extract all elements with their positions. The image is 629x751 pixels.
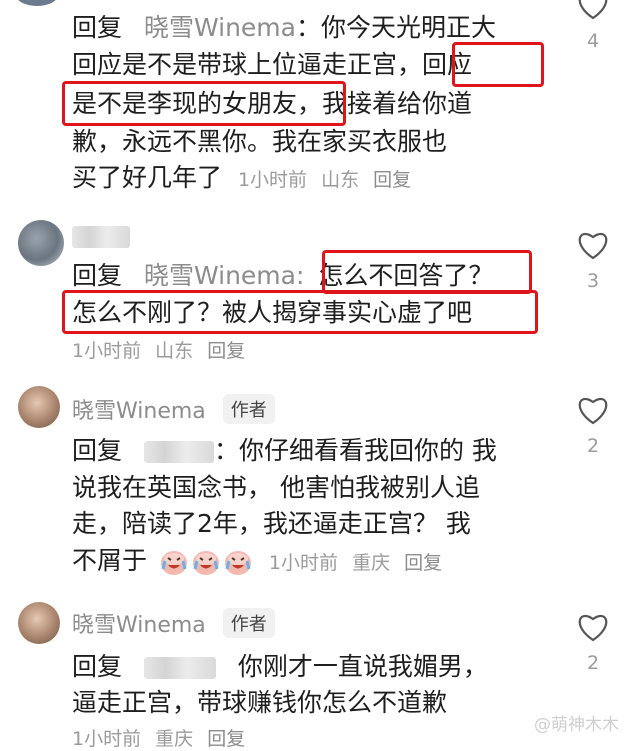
comment-meta: 1小时前 重庆 回复 [269, 552, 450, 574]
avatar[interactable] [18, 220, 64, 266]
crying-laughing-emoji-icon [224, 551, 251, 575]
reply-button[interactable]: 回复 [404, 552, 442, 574]
highlight-box [322, 250, 532, 294]
like-control[interactable]: 2 [573, 395, 613, 457]
reply-button[interactable]: 回复 [207, 728, 245, 750]
heart-outline-icon[interactable] [576, 614, 610, 646]
like-control[interactable]: 3 [573, 230, 613, 292]
avatar[interactable] [16, 0, 58, 6]
highlight-box [62, 81, 346, 126]
emoji-group [159, 546, 263, 575]
comment-time: 1小时前 [237, 169, 308, 191]
text-line: 你刚才一直说我媚男， [237, 652, 488, 681]
comment-time: 1小时前 [72, 340, 142, 362]
comment-location: 山东 [321, 169, 360, 191]
text-line: ：你仔细看看我回你的 我 [213, 436, 497, 465]
comment-location: 重庆 [155, 728, 194, 750]
username[interactable]: 晓雪Winema [72, 399, 206, 424]
text-line: 歉，永远不黑你。我在家买衣服也 [72, 127, 448, 156]
like-count: 3 [586, 270, 600, 292]
reply-target-name[interactable]: 晓雪Winema: [144, 261, 304, 290]
author-username-row: 晓雪Winema 作者 [72, 607, 275, 639]
avatar[interactable] [18, 386, 60, 428]
comment-text: 回复 你刚才一直说我媚男， [72, 649, 488, 684]
author-username-row: 晓雪Winema 作者 [72, 393, 275, 425]
crying-laughing-emoji-icon [192, 551, 219, 575]
avatar[interactable] [18, 602, 60, 644]
comment-time: 1小时前 [72, 728, 142, 750]
comment-meta: 1小时前 山东 回复 [72, 336, 253, 363]
like-count: 2 [586, 652, 600, 674]
comment-text: 回复 ：你仔细看看我回你的 我 [72, 433, 497, 468]
like-control[interactable]: 2 [573, 612, 613, 674]
username[interactable]: 晓雪Winema [72, 613, 206, 638]
text-line: ：你今天光明正大 [295, 13, 496, 42]
reply-target-name[interactable]: 晓雪Winema [144, 13, 296, 42]
last-text-line: 不屑于 1小时前 重庆 回复 [72, 543, 450, 581]
text-line: 不屑于 [72, 546, 148, 575]
reply-prefix: 回复 [72, 436, 123, 465]
highlight-box [452, 42, 544, 87]
reply-prefix: 回复 [72, 652, 123, 681]
reply-button[interactable]: 回复 [373, 169, 411, 191]
comment-location: 山东 [155, 340, 194, 362]
comment-time: 1小时前 [268, 552, 339, 574]
like-count: 2 [586, 435, 600, 457]
heart-outline-icon[interactable] [576, 397, 610, 429]
text-line: 回应是不是带球上位逼走正宫，回应 [72, 50, 473, 79]
heart-outline-icon[interactable] [576, 232, 610, 264]
comment-meta: 1小时前 重庆 回复 [72, 724, 253, 751]
text-line: 走，陪读了2年，我还逼走正宫？ 我 [72, 509, 471, 538]
like-control[interactable]: 4 [573, 0, 613, 52]
reply-target-blurred[interactable] [143, 436, 214, 465]
heart-outline-icon[interactable] [576, 0, 610, 24]
reply-target-blurred[interactable] [143, 652, 216, 681]
crying-laughing-emoji-icon [160, 551, 187, 575]
username-blurred[interactable] [72, 226, 130, 248]
highlight-box [62, 290, 538, 334]
author-badge: 作者 [222, 394, 275, 424]
comment-text: 回复 晓雪Winema：你今天光明正大 [72, 10, 496, 45]
comment-meta: 1小时前 山东 回复 [238, 169, 419, 191]
reply-button[interactable]: 回复 [207, 340, 245, 362]
author-badge: 作者 [222, 608, 275, 638]
text-line: 买了好几年了 [72, 163, 223, 192]
reply-prefix: 回复 [72, 13, 123, 42]
watermark: @萌神木木 [534, 715, 619, 735]
comment-location: 重庆 [352, 552, 391, 574]
last-text-line: 买了好几年了 1小时前 山东 回复 [72, 160, 419, 198]
text-line: 说我在英国念书， 他害怕我被别人追 [72, 473, 480, 502]
reply-prefix: 回复 [72, 261, 123, 290]
text-line: 逼走正宫，带球赚钱你怎么不道歉 [72, 688, 448, 717]
like-count: 4 [586, 30, 600, 52]
